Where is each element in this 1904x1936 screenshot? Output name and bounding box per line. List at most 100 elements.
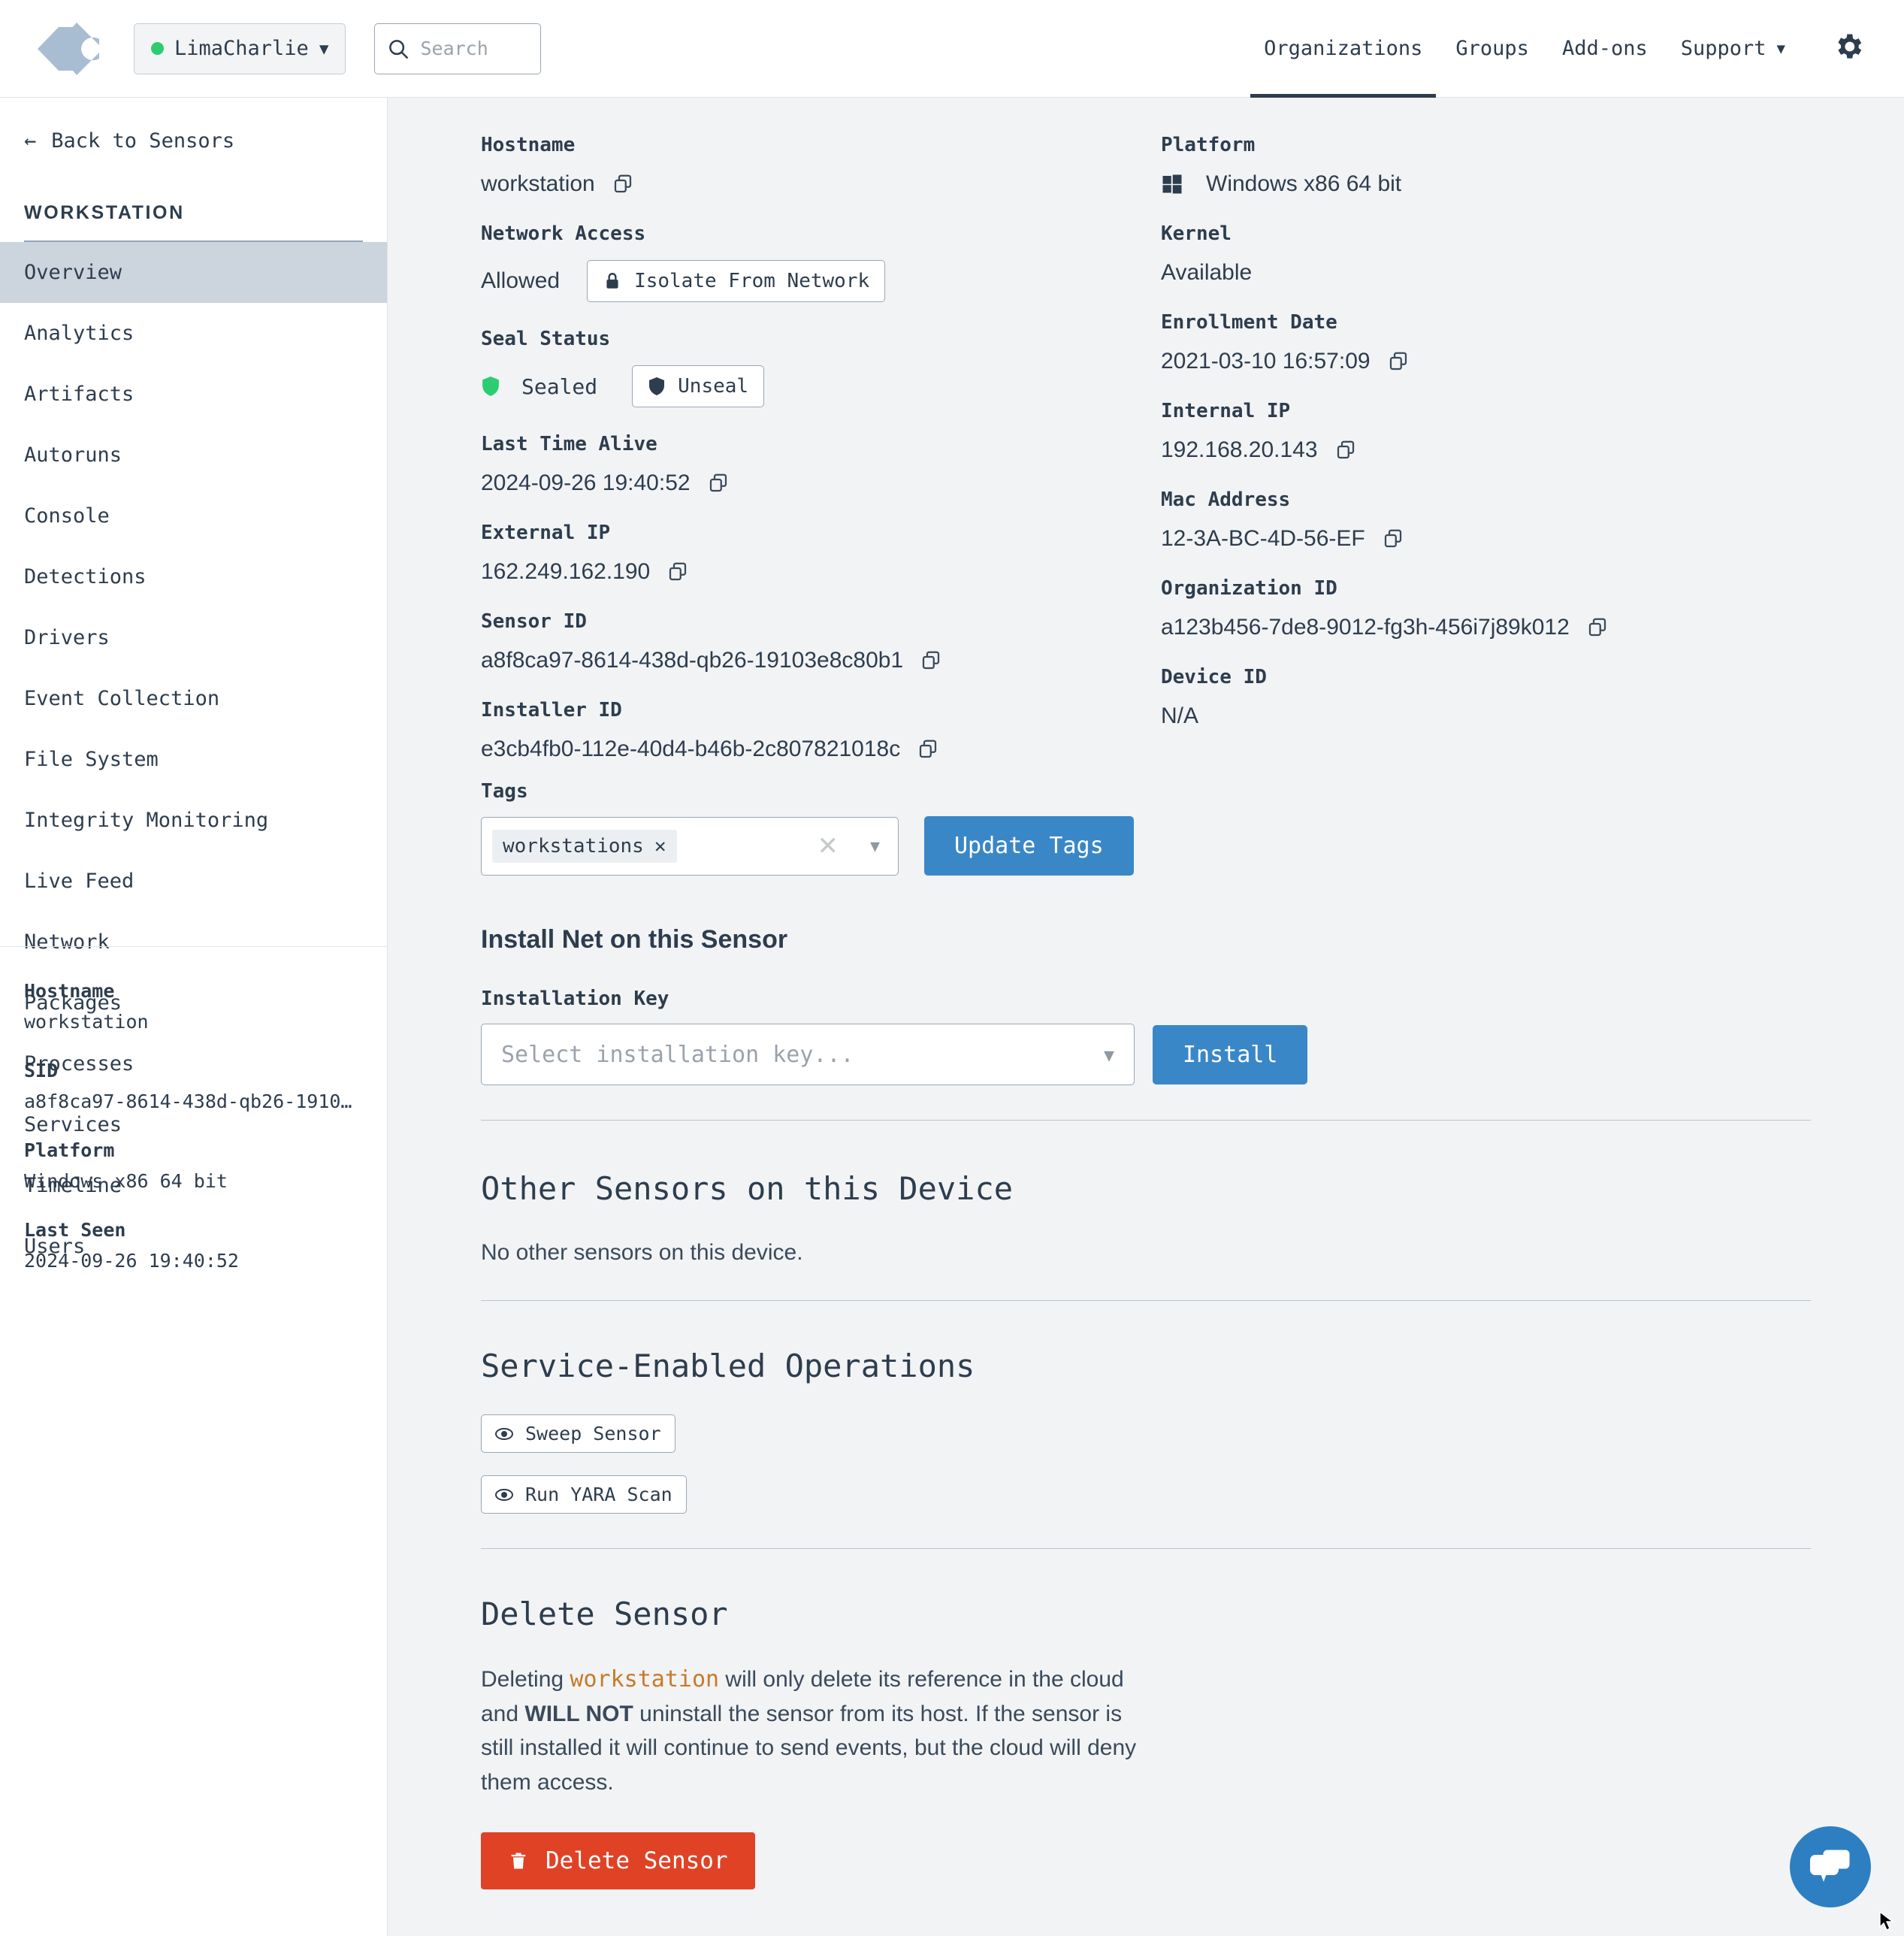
copy-icon[interactable] [1387, 350, 1410, 373]
summary-hostname-label: Hostname [24, 980, 115, 1002]
isolate-from-network-button[interactable]: Isolate From Network [587, 260, 886, 302]
org-status-dot-icon [151, 42, 164, 55]
delete-sensor-heading: Delete Sensor [481, 1596, 728, 1632]
installation-key-select[interactable]: Select installation key... ▾ [481, 1024, 1135, 1085]
field-external-ip: External IP 162.249.162.190 [481, 522, 1161, 585]
install-net-heading: Install Net on this Sensor [481, 925, 788, 954]
settings-gear-icon[interactable] [1832, 30, 1865, 67]
sidebar-item-live-feed[interactable]: Live Feed [0, 851, 387, 912]
field-kernel: Kernel Available [1161, 222, 1904, 286]
device-id-label: Device ID [1161, 666, 1267, 688]
copy-icon[interactable] [917, 738, 939, 761]
chat-widget-button[interactable] [1790, 1826, 1871, 1907]
search-input[interactable]: Search [374, 23, 542, 74]
external-ip-value: 162.249.162.190 [481, 559, 651, 584]
copy-icon[interactable] [1586, 616, 1609, 639]
copy-icon[interactable] [920, 649, 942, 672]
sidebar-item-autoruns[interactable]: Autoruns [0, 425, 387, 486]
field-device-id: Device ID N/A [1161, 666, 1904, 729]
field-sensor-id: Sensor ID a8f8ca97-8614-438d-qb26-19103e… [481, 610, 1161, 673]
tag-chip-remove-icon[interactable]: ✕ [654, 835, 666, 858]
delete-sensor-hostname: workstation [570, 1666, 720, 1692]
nav-item-organizations[interactable]: Organizations [1247, 0, 1439, 98]
update-tags-button[interactable]: Update Tags [924, 816, 1134, 876]
seal-status-value: Sealed [521, 374, 598, 399]
field-last-time-alive: Last Time Alive 2024-09-26 19:40:52 [481, 433, 1161, 496]
field-mac-address: Mac Address 12-3A-BC-4D-56-EF [1161, 489, 1904, 552]
installer-id-value: e3cb4fb0-112e-40d4-b46b-2c807821018c [481, 737, 901, 761]
back-label: Back to Sensors [51, 129, 235, 153]
top-bar: LimaCharlie ▼ Search Organizations Group… [0, 0, 1904, 98]
tags-input[interactable]: workstations ✕ ✕ ▾ [481, 816, 899, 876]
run-yara-scan-button[interactable]: Run YARA Scan [481, 1475, 687, 1514]
sidebar-item-overview[interactable]: Overview [0, 242, 387, 303]
internal-ip-value: 192.168.20.143 [1161, 437, 1318, 462]
mac-address-value: 12-3A-BC-4D-56-EF [1161, 526, 1365, 551]
delete-sensor-description: Deleting workstation will only delete it… [481, 1666, 1137, 1795]
summary-last-seen-value: 2024-09-26 19:40:52 [24, 1250, 239, 1272]
copy-icon[interactable] [666, 561, 689, 583]
install-button[interactable]: Install [1153, 1024, 1308, 1084]
platform-label: Platform [1161, 134, 1256, 156]
sensor-id-value: a8f8ca97-8614-438d-qb26-19103e8c80b1 [481, 648, 904, 673]
field-organization-id: Organization ID a123b456-7de8-9012-fg3h-… [1161, 577, 1904, 640]
sidebar-item-artifacts[interactable]: Artifacts [0, 364, 387, 425]
sensor-details-grid: Hostname workstation Network Access Allo… [388, 98, 1904, 788]
organization-selector[interactable]: LimaCharlie ▼ [134, 23, 346, 74]
sidebar-item-integrity-monitoring[interactable]: Integrity Monitoring [0, 790, 387, 851]
sidebar-item-drivers[interactable]: Drivers [0, 607, 387, 668]
sidebar-item-detections[interactable]: Detections [0, 546, 387, 607]
delete-sensor-section: Delete Sensor Deleting workstation will … [388, 1596, 1904, 1890]
external-ip-label: External IP [481, 522, 611, 544]
mac-address-label: Mac Address [1161, 489, 1291, 511]
sidebar-item-file-system[interactable]: File System [0, 729, 387, 790]
summary-last-seen-label: Last Seen [24, 1219, 126, 1241]
summary-sid-label: SID [24, 1060, 59, 1081]
delete-sensor-button[interactable]: Delete Sensor [481, 1832, 755, 1890]
nav-item-groups[interactable]: Groups [1439, 0, 1546, 98]
field-network-access: Network Access Allowed Isolate From Netw… [481, 222, 1161, 302]
divider [481, 1548, 1811, 1549]
internal-ip-label: Internal IP [1161, 400, 1291, 422]
back-to-sensors-link[interactable]: ← Back to Sensors [0, 98, 387, 153]
main-nav: Organizations Groups Add-ons Support ▼ [1247, 0, 1904, 98]
sweep-sensor-button[interactable]: Sweep Sensor [481, 1414, 675, 1453]
mouse-cursor [1879, 1910, 1895, 1931]
sidebar-item-console[interactable]: Console [0, 486, 387, 546]
sidebar-summary: Hostname workstation SID a8f8ca97-8614-4… [0, 946, 387, 1299]
main-content: Hostname workstation Network Access Allo… [388, 98, 1904, 1936]
service-operations-heading: Service-Enabled Operations [481, 1348, 975, 1384]
copy-icon[interactable] [1382, 528, 1404, 550]
clear-tags-icon[interactable]: ✕ [817, 831, 839, 861]
arrow-left-icon: ← [24, 129, 37, 153]
unseal-button[interactable]: Unseal [632, 365, 765, 407]
nav-item-support[interactable]: Support ▼ [1664, 0, 1802, 98]
divider [481, 1300, 1811, 1301]
sidebar-item-event-collection[interactable]: Event Collection [0, 668, 387, 729]
search-placeholder: Search [420, 38, 488, 59]
chevron-down-icon[interactable]: ▾ [870, 834, 880, 858]
sidebar-section-title: WORKSTATION [24, 202, 363, 242]
last-time-alive-value: 2024-09-26 19:40:52 [481, 470, 691, 495]
other-sensors-heading: Other Sensors on this Device [481, 1170, 1014, 1207]
other-sensors-section: Other Sensors on this Device No other se… [388, 1170, 1904, 1266]
service-operations-section: Service-Enabled Operations Sweep Sensor … [388, 1348, 1904, 1514]
tag-chip[interactable]: workstations ✕ [492, 829, 677, 863]
summary-hostname-value: workstation [24, 1011, 149, 1033]
sidebar-item-analytics[interactable]: Analytics [0, 303, 387, 364]
organization-id-value: a123b456-7de8-9012-fg3h-456i7j89k012 [1161, 615, 1570, 640]
field-internal-ip: Internal IP 192.168.20.143 [1161, 400, 1904, 463]
field-seal-status: Seal Status Sealed Unseal [481, 328, 1161, 407]
org-name-label: LimaCharlie [174, 37, 309, 60]
installation-key-label: Installation Key [481, 988, 669, 1010]
chevron-down-icon: ▾ [1103, 1042, 1114, 1066]
summary-platform-value: Windows x86 64 bit [24, 1170, 228, 1192]
copy-icon[interactable] [1334, 439, 1357, 461]
shield-icon [649, 377, 665, 395]
copy-icon[interactable] [612, 173, 634, 195]
installer-id-label: Installer ID [481, 699, 622, 721]
chevron-down-icon: ▼ [319, 39, 329, 58]
copy-icon[interactable] [707, 472, 730, 495]
other-sensors-empty-text: No other sensors on this device. [481, 1240, 803, 1265]
nav-item-addons[interactable]: Add-ons [1546, 0, 1664, 98]
